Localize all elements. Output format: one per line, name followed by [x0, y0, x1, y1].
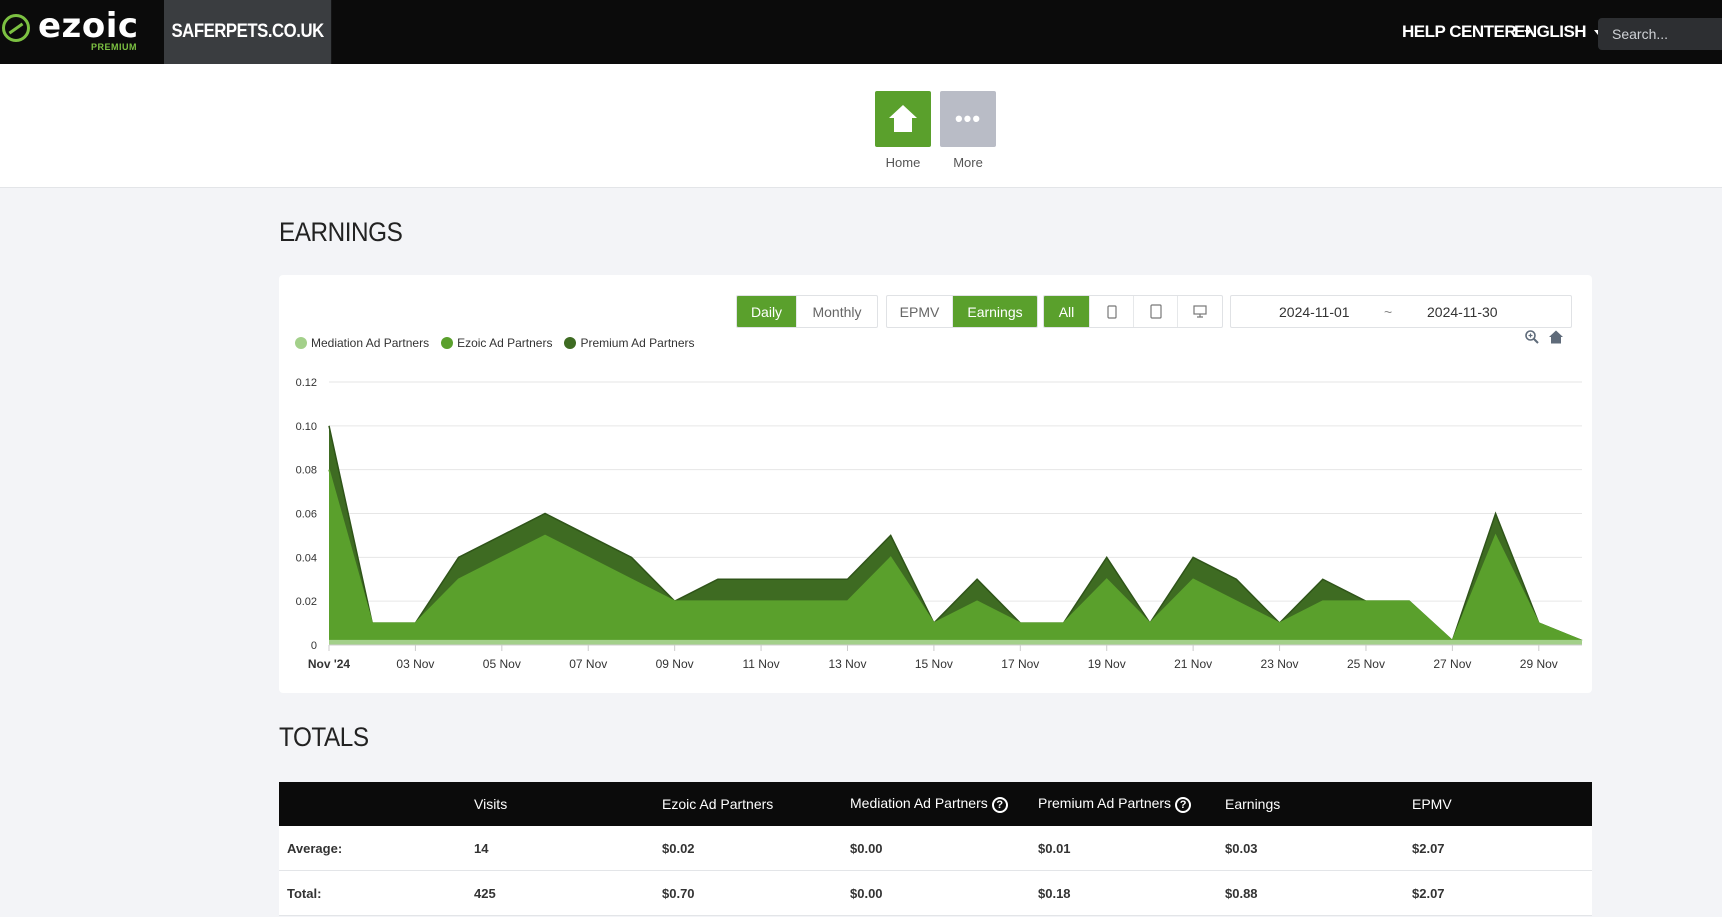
earnings-title: EARNINGS [279, 217, 403, 247]
x-tick-label: 07 Nov [569, 657, 607, 671]
x-tick-label: 03 Nov [396, 657, 434, 671]
language-menu[interactable]: ENGLISH [1514, 0, 1603, 64]
help-center-label: HELP CENTER [1402, 22, 1517, 41]
row-label: Average: [287, 840, 343, 856]
y-tick-label: 0.02 [296, 596, 317, 608]
home-nav-item[interactable]: Home [875, 91, 931, 170]
col-earnings: Earnings [1225, 796, 1281, 812]
table-row: Total: 425 $0.70 $0.00 $0.18 $0.88 $2.07 [279, 871, 1592, 916]
cell-epmv: $2.07 [1412, 885, 1445, 901]
y-tick-label: 0.08 [296, 465, 317, 477]
cell-earnings: $0.88 [1225, 885, 1258, 901]
x-tick-label: 09 Nov [656, 657, 694, 671]
col-epmv: EPMV [1412, 796, 1452, 812]
top-nav-bar: ezoic PREMIUM SAFERPETS.CO.UK HELP CENTE… [0, 0, 1722, 64]
col-premium-label: Premium Ad Partners [1038, 795, 1172, 812]
x-tick-label: 17 Nov [1001, 657, 1039, 671]
x-tick-label: Nov '24 [308, 657, 351, 671]
y-tick-label: 0.12 [296, 377, 317, 389]
home-button[interactable] [875, 91, 931, 147]
col-ezoic: Ezoic Ad Partners [662, 796, 774, 812]
table-header: Visits Ezoic Ad Partners Mediation Ad Pa… [279, 782, 1592, 826]
help-center-menu[interactable]: HELP CENTER [1402, 0, 1533, 64]
help-icon[interactable]: ? [1175, 796, 1192, 813]
y-tick-label: 0.06 [296, 509, 317, 521]
col-premium: Premium Ad Partners? [1038, 795, 1192, 813]
home-icon [889, 105, 917, 133]
x-tick-label: 05 Nov [483, 657, 521, 671]
x-tick-label: 15 Nov [915, 657, 953, 671]
x-tick-label: 27 Nov [1433, 657, 1471, 671]
totals-title: TOTALS [279, 722, 369, 752]
x-tick-label: 29 Nov [1520, 657, 1558, 671]
more-nav-item[interactable]: ••• More [940, 91, 996, 170]
y-tick-label: 0 [311, 640, 317, 652]
cell-ezoic: $0.02 [662, 840, 695, 856]
col-mediation: Mediation Ad Partners? [850, 795, 1008, 813]
logo-sub: PREMIUM [91, 42, 137, 52]
earnings-chart-card: Daily Monthly EPMV Earnings All 2024-11-… [279, 275, 1592, 693]
col-visits: Visits [474, 796, 508, 812]
help-icon[interactable]: ? [991, 796, 1008, 813]
ezoic-logo[interactable]: ezoic PREMIUM [0, 0, 164, 64]
ezoic-logo-icon [2, 14, 30, 42]
cell-ezoic: $0.70 [662, 885, 695, 901]
quick-nav: Home ••• More [0, 64, 1722, 188]
totals-table: Visits Ezoic Ad Partners Mediation Ad Pa… [279, 782, 1592, 916]
cell-premium: $0.01 [1038, 840, 1071, 856]
x-tick-label: 13 Nov [828, 657, 866, 671]
site-selector[interactable]: SAFERPETS.CO.UK [164, 0, 332, 64]
more-button[interactable]: ••• [940, 91, 996, 147]
home-label: Home [885, 155, 921, 170]
cell-visits: 14 [474, 840, 489, 856]
row-label: Total: [287, 885, 322, 901]
x-tick-label: 19 Nov [1088, 657, 1126, 671]
y-tick-label: 0.04 [296, 552, 317, 564]
more-dots-icon: ••• [954, 106, 982, 131]
table-row: Average: 14 $0.02 $0.00 $0.01 $0.03 $2.0… [279, 826, 1592, 871]
area-series-1 [329, 469, 1582, 641]
search-input[interactable] [1598, 18, 1722, 50]
cell-visits: 425 [474, 885, 496, 901]
y-tick-label: 0.10 [296, 421, 317, 433]
more-label: More [953, 155, 983, 170]
x-tick-label: 23 Nov [1261, 657, 1299, 671]
cell-earnings: $0.03 [1225, 840, 1258, 856]
x-tick-label: 21 Nov [1174, 657, 1212, 671]
x-tick-label: 25 Nov [1347, 657, 1385, 671]
earnings-area-chart: 0 0.02 0.04 0.06 0.08 0.10 0.12 Nov '24 03 Nov 05… [296, 377, 1583, 671]
cell-epmv: $2.07 [1412, 840, 1445, 856]
language-label: ENGLISH [1514, 22, 1587, 41]
cell-mediation: $0.00 [850, 885, 883, 901]
logo-text: ezoic [38, 6, 139, 46]
cell-premium: $0.18 [1038, 885, 1071, 901]
cell-mediation: $0.00 [850, 840, 883, 856]
x-tick-label: 11 Nov [742, 657, 779, 671]
col-mediation-label: Mediation Ad Partners [850, 795, 988, 812]
